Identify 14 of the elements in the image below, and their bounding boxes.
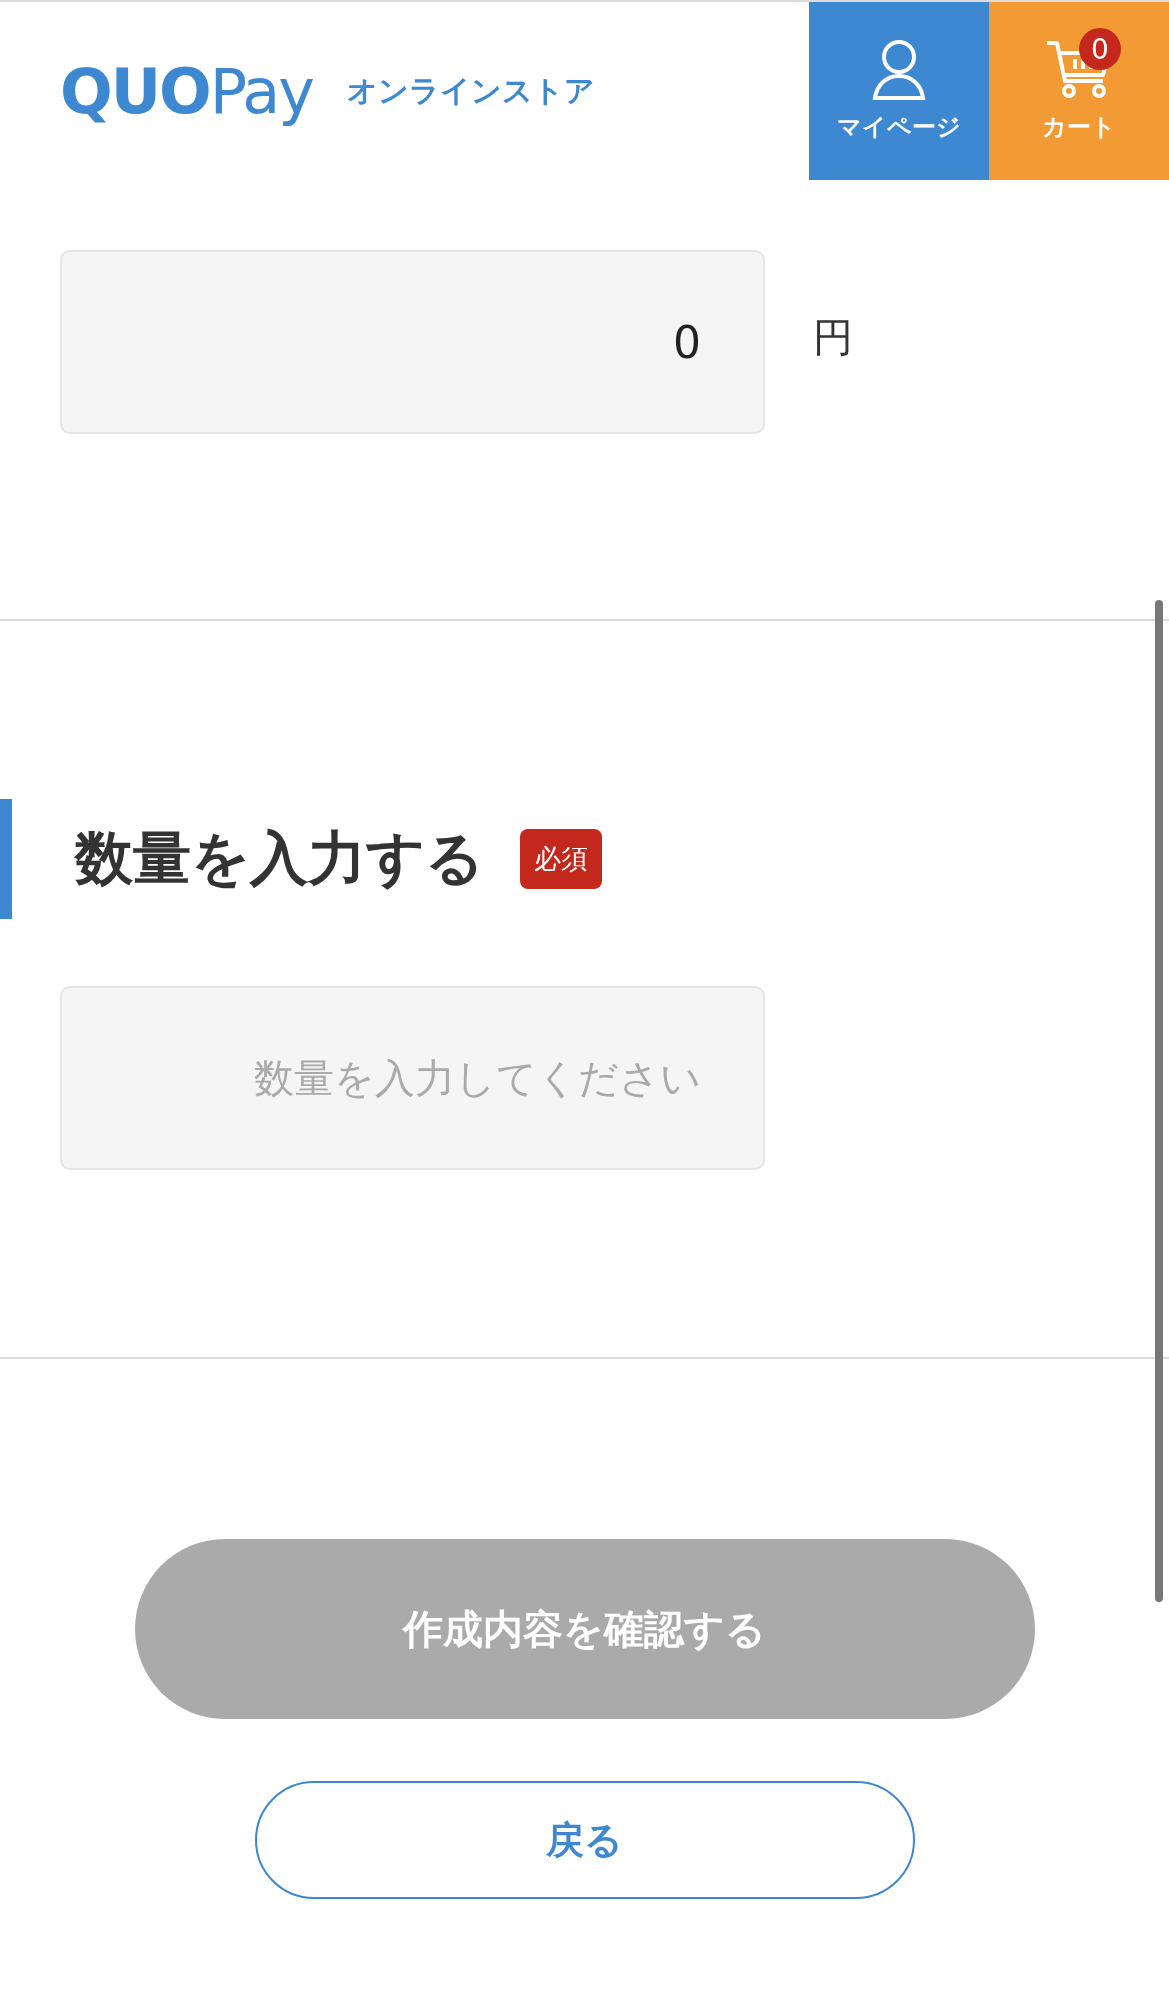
amount-field[interactable]: 0 — [60, 250, 765, 434]
quantity-input[interactable]: 数量を入力してください — [60, 986, 765, 1170]
yen-unit: 円 — [813, 312, 853, 362]
amount-value: 0 — [673, 316, 701, 368]
person-icon — [872, 39, 926, 101]
section-title: 数量を入力する — [75, 823, 484, 894]
cart-button[interactable]: カート 0 — [989, 2, 1169, 180]
back-button[interactable]: 戻る — [254, 1781, 915, 1899]
cart-count-badge: 0 — [1079, 28, 1121, 70]
scrollbar[interactable] — [1155, 600, 1163, 1602]
mypage-button[interactable]: マイページ — [809, 2, 989, 180]
required-badge: 必須 — [520, 829, 602, 889]
store-label: オンラインストア — [347, 71, 596, 110]
logo[interactable]: QUOPay — [60, 54, 314, 128]
